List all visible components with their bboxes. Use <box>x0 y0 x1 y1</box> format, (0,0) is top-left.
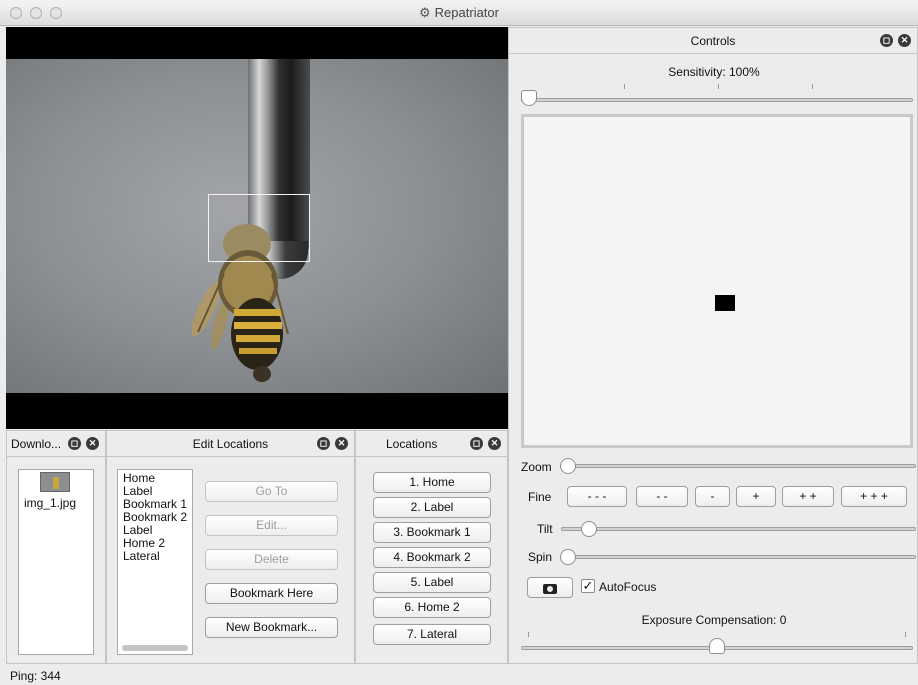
exposure-label: Exposure Compensation: 0 <box>641 613 787 627</box>
zoom-slider-knob[interactable] <box>560 458 576 474</box>
detach-panel-icon[interactable]: ◻ <box>317 437 330 450</box>
fine-label: Fine <box>528 490 552 504</box>
controls-panel: Controls ◻ ✕ Sensitivity: 100% Zoom Fine… <box>508 27 918 664</box>
controls-header: Controls ◻ ✕ <box>509 28 917 54</box>
edit-locations-list[interactable]: Home Label Bookmark 1 Bookmark 2 Label H… <box>117 469 193 655</box>
close-panel-icon[interactable]: ✕ <box>898 34 911 47</box>
spin-slider-knob[interactable] <box>560 549 576 565</box>
fine-minus-3-button[interactable]: - - - <box>567 486 627 507</box>
fine-plus-2-button[interactable]: + + <box>782 486 834 507</box>
slider-tick <box>812 84 813 89</box>
edit-locations-header: Edit Locations ◻ ✕ <box>107 431 354 457</box>
autofocus-checkbox[interactable]: ✓ <box>581 579 595 593</box>
edit-locations-title: Edit Locations <box>192 437 269 451</box>
controls-title: Controls <box>690 34 736 48</box>
spin-label: Spin <box>528 550 553 564</box>
location-button-4[interactable]: 4. Bookmark 2 <box>373 547 491 568</box>
downloads-panel: Downlo... ◻ ✕ img_1.jpg <box>6 430 106 664</box>
locations-title: Locations <box>386 437 438 451</box>
location-button-2[interactable]: 2. Label <box>373 497 491 518</box>
edit-button[interactable]: Edit... <box>205 515 338 536</box>
sensitivity-label: Sensitivity: 100% <box>668 65 760 79</box>
slider-tick <box>528 632 529 637</box>
slider-tick <box>718 84 719 89</box>
edit-locations-panel: Edit Locations ◻ ✕ Home Label Bookmark 1… <box>106 430 355 664</box>
list-item[interactable]: Lateral <box>118 550 192 563</box>
zoom-label: Zoom <box>521 460 552 474</box>
sensitivity-slider[interactable] <box>521 98 913 102</box>
close-panel-icon[interactable]: ✕ <box>488 437 501 450</box>
locations-panel: Locations ◻ ✕ 1. Home 2. Label 3. Bookma… <box>355 430 508 664</box>
slider-tick <box>624 84 625 89</box>
fine-plus-1-button[interactable]: + <box>736 486 776 507</box>
detach-panel-icon[interactable]: ◻ <box>470 437 483 450</box>
camera-icon <box>543 584 557 594</box>
downloads-panel-header: Downlo... ◻ ✕ <box>7 431 105 457</box>
horizontal-scrollbar[interactable] <box>122 645 188 651</box>
selection-rectangle[interactable] <box>208 194 310 262</box>
location-button-3[interactable]: 3. Bookmark 1 <box>373 522 491 543</box>
joystick-pad[interactable] <box>521 114 913 448</box>
go-to-button[interactable]: Go To <box>205 481 338 502</box>
sensitivity-slider-knob[interactable] <box>521 90 537 106</box>
zoom-slider[interactable] <box>564 464 916 468</box>
window-title-bar: ⚙ Repatriator <box>0 0 918 26</box>
slider-tick <box>905 632 906 637</box>
capture-photo-button[interactable] <box>527 577 573 598</box>
location-button-5[interactable]: 5. Label <box>373 572 491 593</box>
download-filename[interactable]: img_1.jpg <box>19 497 76 510</box>
bug-icon: ⚙ <box>419 5 431 20</box>
detach-panel-icon[interactable]: ◻ <box>68 437 81 450</box>
delete-button[interactable]: Delete <box>205 549 338 570</box>
ping-status: Ping: 344 <box>10 669 61 683</box>
fine-minus-1-button[interactable]: - <box>695 486 730 507</box>
fine-plus-3-button[interactable]: + + + <box>841 486 907 507</box>
downloads-panel-title: Downlo... <box>11 437 62 451</box>
joystick-handle[interactable] <box>715 295 735 311</box>
tilt-slider[interactable] <box>561 527 916 531</box>
close-panel-icon[interactable]: ✕ <box>335 437 348 450</box>
close-panel-icon[interactable]: ✕ <box>86 437 99 450</box>
window-title: ⚙ Repatriator <box>419 5 499 20</box>
autofocus-label: AutoFocus <box>599 580 657 594</box>
fine-minus-2-button[interactable]: - - <box>636 486 688 507</box>
location-button-1[interactable]: 1. Home <box>373 472 491 493</box>
locations-header: Locations ◻ ✕ <box>356 431 507 457</box>
exposure-slider-knob[interactable] <box>709 638 725 654</box>
camera-view[interactable] <box>6 27 508 429</box>
downloads-list[interactable]: img_1.jpg <box>18 469 94 655</box>
location-button-6[interactable]: 6. Home 2 <box>373 597 491 618</box>
image-thumbnail-icon[interactable] <box>40 472 70 492</box>
detach-panel-icon[interactable]: ◻ <box>880 34 893 47</box>
tilt-slider-knob[interactable] <box>581 521 597 537</box>
bookmark-here-button[interactable]: Bookmark Here <box>205 583 338 604</box>
spin-slider[interactable] <box>564 555 916 559</box>
location-button-7[interactable]: 7. Lateral <box>373 624 491 645</box>
tilt-label: Tilt <box>537 522 553 536</box>
new-bookmark-button[interactable]: New Bookmark... <box>205 617 338 638</box>
